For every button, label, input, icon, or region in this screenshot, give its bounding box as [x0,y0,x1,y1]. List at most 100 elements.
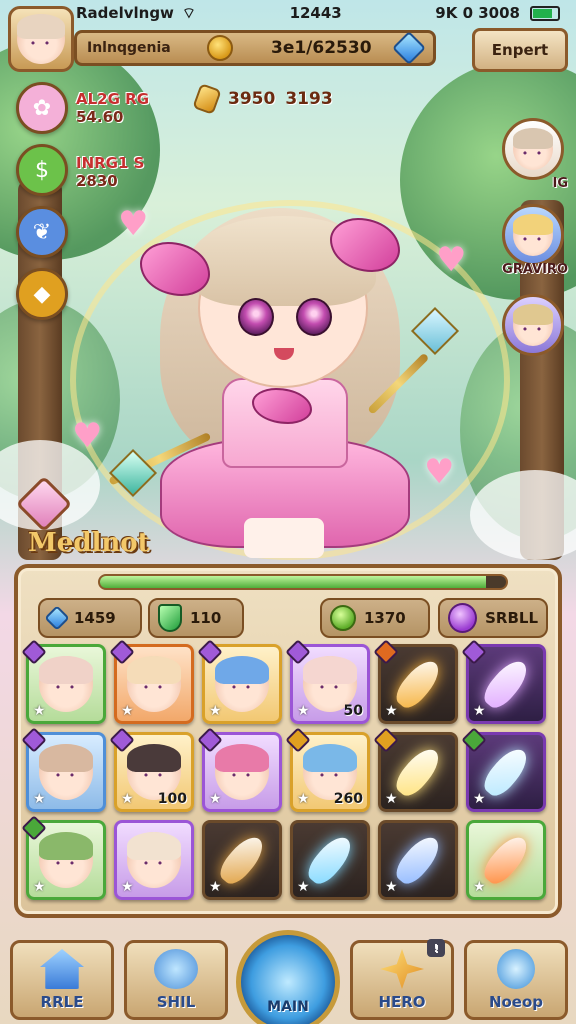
resource-purple-orb[interactable]: SRBLL [438,598,548,638]
gold-crystal-icon [192,83,222,115]
resource-value: SRBLL [485,609,538,627]
item-slot[interactable]: ★ [373,639,458,724]
rarity-gem-icon [21,639,47,665]
inventory-panel: 1459 110 1370 SRBLL ★★★★50★★★★100★★260★★… [14,564,562,918]
nav-home[interactable]: RRLE [10,940,114,1020]
character-portrait [215,656,269,712]
gold-amount: 3e1/62530 [271,38,372,58]
rarity-gem-icon [109,639,135,665]
slot-count: 50 [343,703,363,719]
stat-label: INRG1 S 2830 [76,154,144,190]
expert-button[interactable]: Enpert [472,28,568,72]
rarity-gem-icon [285,727,311,753]
nav-main-label: MAIN [267,999,309,1015]
star-icon: ★ [385,703,398,719]
rarity-gem-icon [373,727,399,753]
xp-bar-fill [100,576,486,588]
character-slot[interactable]: ★ 50 [285,639,370,724]
star-icon: ★ [385,879,398,895]
fox-icon[interactable]: ✿ [16,82,68,134]
bottom-nav: RRLE SHIL MAIN ! HERO Noeop [0,928,576,1024]
nav-shop[interactable]: Noeop [464,940,568,1020]
coin-icon[interactable]: $ [16,144,68,196]
star-icon: ★ [121,879,134,895]
character-portrait [39,832,93,888]
resource-blue-gem[interactable]: 1459 [38,598,142,638]
clock: 12443 [289,4,342,22]
character-slot[interactable]: ★ [109,639,194,724]
item-slot[interactable]: ★ [378,820,458,900]
nav-main[interactable]: MAIN [236,930,340,1024]
character-slot[interactable]: ★ [21,815,106,900]
hero-character[interactable] [108,188,460,558]
crystal-item-icon [214,830,270,890]
item-slot[interactable]: ★ [290,820,370,900]
item-slot[interactable]: ★ [461,727,546,812]
character-slot[interactable]: ★ [114,820,194,900]
star-icon: ★ [297,703,310,719]
crystal-item-icon [390,654,446,714]
rarity-gem-icon [285,639,311,665]
item-slot[interactable]: ★ [373,727,458,812]
star-icon: ★ [121,791,134,807]
green-gem-icon [158,604,182,632]
rarity-gem-icon [21,727,47,753]
nav-skill-label: SHIL [156,993,196,1011]
stat-name: INRG1 S [76,154,145,172]
character-slot[interactable]: ★ 260 [285,727,370,812]
resource-value: 1370 [364,609,406,627]
star-icon: ★ [33,879,46,895]
character-slot[interactable]: ★ [197,727,282,812]
character-slot[interactable]: ★ [21,727,106,812]
blue-gem-icon[interactable] [392,31,426,65]
inventory-grid: ★ ★ ★ ★ 50 ★ ★ ★ ★ 100 ★ ★ 260 ★ ★ ★ ★ ★ ★ ★ ★ [21,639,550,900]
nav-hero[interactable]: ! HERO [350,939,454,1020]
crystal-item-icon [390,830,446,890]
character-portrait [215,744,269,800]
portrait-face [513,304,553,346]
stat-value: 54.60 [76,108,124,126]
star-icon: ★ [33,791,46,807]
chibi-portrait[interactable] [502,118,564,180]
nav-shop-label: Noeop [488,993,544,1011]
green-coin-icon [330,605,356,631]
battery-icon [529,5,560,21]
item-slot[interactable]: ★ [461,639,546,724]
rarity-gem-icon [109,727,135,753]
purple-orb-icon [448,603,478,633]
star-icon: ★ [209,879,222,895]
duo-portrait[interactable] [502,204,564,266]
hero-legs [244,518,324,558]
boy-portrait[interactable] [502,294,564,356]
item-slot[interactable]: ★ [466,820,546,900]
feather-icon[interactable]: ❦ [16,206,68,258]
crystal-item-icon [390,742,446,802]
notification-badge: ! [427,939,445,957]
star-icon: ★ [297,791,310,807]
resource-value: 1459 [74,609,116,627]
item-slot[interactable]: ★ [202,820,282,900]
player-avatar[interactable] [8,6,74,72]
star-icon: ★ [473,879,486,895]
stat-name: AL2G RG [76,90,150,108]
crystal-icon[interactable]: ◆ [16,268,68,320]
star-icon: ★ [209,791,222,807]
character-slot[interactable]: ★ [197,639,282,724]
player-info-bar: Inlnqgenia 3e1/62530 [74,30,436,66]
nav-hero-label: HERO [378,993,426,1011]
resource-green-coin[interactable]: 1370 [320,598,430,638]
status-bar: Radelvlngw ⌔ 12443 9K 0 3008 [0,0,576,26]
nav-skill[interactable]: SHIL [124,940,228,1020]
character-slot[interactable]: ★ 100 [109,727,194,812]
rarity-gem-icon [197,727,223,753]
stat-label: AL2G RG 54.60 [76,90,149,126]
resource-green-gem[interactable]: 110 [148,598,244,638]
stat-value: 2830 [76,172,118,190]
character-portrait [39,656,93,712]
portrait-face [513,128,553,170]
currency-a: 3950 [228,89,276,109]
character-portrait [127,656,181,712]
hero-eye [296,298,332,336]
xp-bar [98,574,508,590]
character-slot[interactable]: ★ [21,639,106,724]
